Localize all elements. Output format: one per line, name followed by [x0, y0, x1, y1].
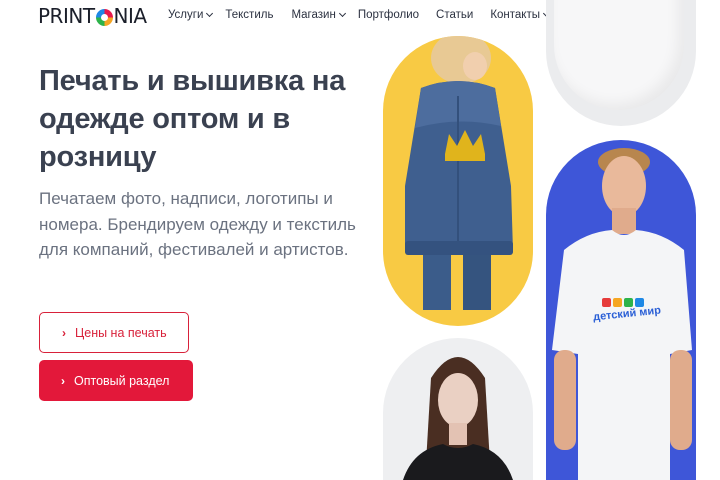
nav-item-shop[interactable]: Магазин: [291, 9, 346, 21]
logo[interactable]: PRINT NIA: [38, 4, 147, 28]
kid-illustration: [405, 36, 513, 310]
logo-text-part2: NIA: [113, 4, 148, 28]
nav-item-label: Текстиль: [225, 9, 274, 21]
wholesale-button[interactable]: › Оптовый раздел: [39, 360, 193, 401]
woman-tshirt-image: [383, 338, 533, 480]
logo-o-icon: [95, 8, 113, 26]
nav-item-contacts[interactable]: Контакты: [490, 9, 551, 21]
logo-text-part1: PRINT: [38, 4, 95, 28]
nav-item-services[interactable]: Услуги: [168, 9, 214, 21]
nav-item-textile[interactable]: Текстиль: [225, 9, 273, 21]
wholesale-button-label: Оптовый раздел: [74, 373, 170, 388]
chevron-right-icon: ›: [61, 373, 65, 388]
main-nav: Услуги Текстиль Магазин Портфолио Статьи…: [168, 9, 551, 21]
woman-illustration: [403, 357, 513, 480]
man-tshirt-image: детский мир: [546, 140, 696, 480]
prices-button[interactable]: › Цены на печать: [39, 312, 189, 353]
nav-item-label: Портфолио: [357, 9, 420, 21]
hero-title: Печать и вышивка на одежде оптом и в роз…: [39, 65, 346, 173]
prices-button-label: Цены на печать: [75, 325, 167, 340]
chevron-down-icon: [206, 9, 214, 18]
hero-description: Печатаем фото, надписи, логотипы и номер…: [39, 189, 356, 259]
nav-item-label: Услуги: [168, 9, 204, 21]
nav-item-label: Магазин: [291, 9, 336, 21]
chevron-right-icon: ›: [62, 325, 66, 340]
nav-item-label: Контакты: [490, 9, 541, 21]
nav-item-articles[interactable]: Статьи: [436, 9, 473, 21]
nav-item-portfolio[interactable]: Портфолио: [358, 9, 419, 21]
kid-denim-jacket-image: [383, 36, 533, 326]
nav-item-label: Статьи: [436, 9, 474, 21]
white-shirt-shape: [554, 0, 684, 110]
chevron-down-icon: [338, 9, 346, 18]
white-shirt-image: [546, 0, 696, 126]
